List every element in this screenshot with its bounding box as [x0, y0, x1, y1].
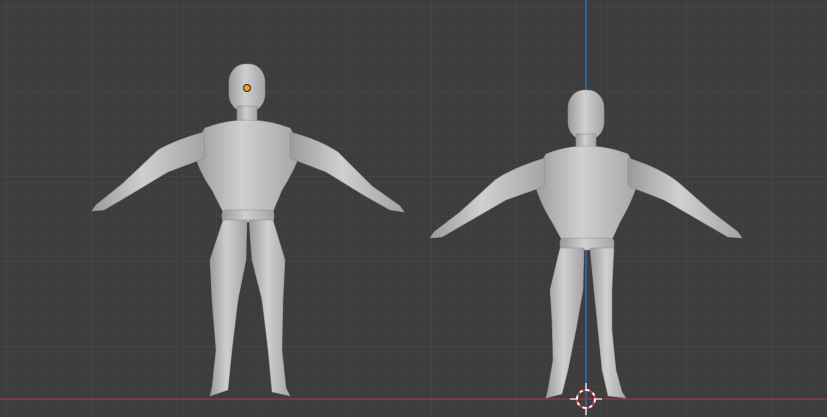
- head-right[interactable]: [567, 89, 605, 141]
- origin-point[interactable]: [243, 84, 251, 92]
- viewport-canvas[interactable]: [0, 0, 827, 417]
- 3d-viewport[interactable]: [0, 0, 827, 417]
